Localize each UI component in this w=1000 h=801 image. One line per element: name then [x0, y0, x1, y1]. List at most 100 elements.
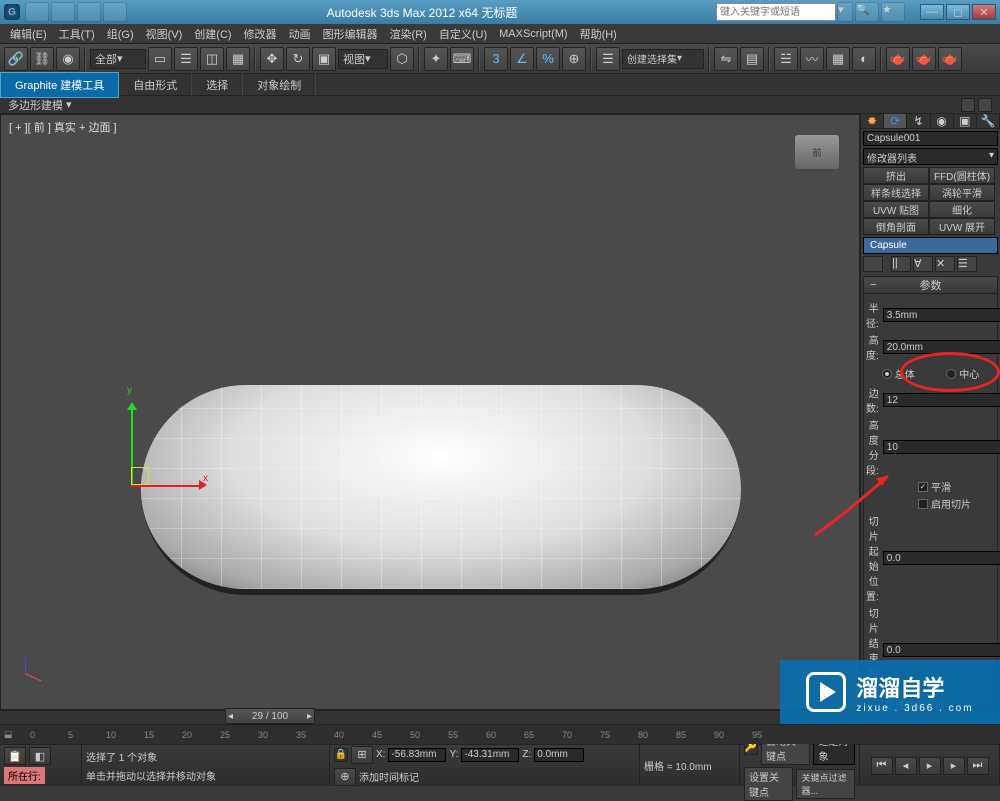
hierarchy-tab-icon[interactable]: ↯ — [907, 114, 930, 128]
menu-help[interactable]: 帮助(H) — [574, 24, 623, 44]
named-selset-dropdown[interactable]: 创建选择集 ▾ — [622, 49, 704, 69]
mod-button-tessellate[interactable]: 细化 — [929, 201, 995, 218]
qat-button[interactable] — [51, 2, 75, 22]
ribbon-tab-paint[interactable]: 对象绘制 — [243, 73, 316, 97]
ribbon-tab-selection[interactable]: 选择 — [192, 73, 243, 97]
track-badge[interactable]: 所在行: — [4, 767, 45, 784]
menu-edit[interactable]: 编辑(E) — [4, 24, 53, 44]
rollout-parameters[interactable]: − 参数 — [863, 276, 998, 294]
menu-customize[interactable]: 自定义(U) — [433, 24, 493, 44]
timeline-ruler[interactable]: ⬓ 0 5 10 15 20 25 30 35 40 45 50 55 60 6… — [0, 724, 1000, 744]
ribbon-panel-label[interactable]: 多边形建模 — [8, 97, 63, 113]
window-crossing-icon[interactable]: ▦ — [226, 47, 250, 71]
help-search-input[interactable] — [716, 3, 836, 21]
goto-start-icon[interactable]: ⏮ — [871, 757, 893, 775]
schematic-icon[interactable]: ▦ — [826, 47, 850, 71]
minimize-button[interactable]: — — [920, 4, 944, 20]
menu-rendering[interactable]: 渲染(R) — [384, 24, 433, 44]
next-frame-icon[interactable]: ▸ — [943, 757, 965, 775]
remove-mod-icon[interactable]: ✕ — [935, 256, 955, 272]
unlink-icon[interactable]: ⛓ — [30, 47, 54, 71]
help-dropdown-button[interactable]: ▾ — [837, 2, 853, 22]
qat-button[interactable] — [25, 2, 49, 22]
material-editor-icon[interactable]: ◐ — [852, 47, 876, 71]
snap-toggle-icon[interactable]: 3 — [484, 47, 508, 71]
lock-icon[interactable]: 🔒 — [334, 748, 348, 762]
motion-tab-icon[interactable]: ◉ — [931, 114, 954, 128]
mod-button-unwrap[interactable]: UVW 展开 — [929, 218, 995, 235]
viewcube[interactable]: 前 — [795, 135, 839, 169]
z-input[interactable] — [534, 748, 584, 762]
setkey-button[interactable]: 设置关键点 — [744, 767, 793, 801]
bind-icon[interactable]: ◉ — [56, 47, 80, 71]
menu-group[interactable]: 组(G) — [101, 24, 140, 44]
favorite-icon[interactable]: ★ — [881, 2, 905, 22]
close-button[interactable]: ✕ — [972, 4, 996, 20]
slicefrom-input[interactable] — [883, 551, 1000, 565]
time-slider[interactable]: ◂29 / 100▸ — [225, 708, 315, 724]
mod-button-bevelprofile[interactable]: 倒角剖面 — [863, 218, 929, 235]
menu-views[interactable]: 视图(V) — [140, 24, 189, 44]
edit-selset-icon[interactable]: ☰ — [596, 47, 620, 71]
sides-input[interactable] — [883, 393, 1000, 407]
stack-item-capsule[interactable]: Capsule — [864, 238, 997, 253]
show-end-icon[interactable]: || — [891, 256, 911, 272]
modifier-stack[interactable]: Capsule — [863, 237, 998, 254]
script-listener-icon[interactable]: 📋 — [4, 747, 26, 765]
select-name-icon[interactable]: ☰ — [174, 47, 198, 71]
addtime-label[interactable]: 添加时间标记 — [359, 769, 419, 784]
create-tab-icon[interactable]: ✸ — [861, 114, 884, 128]
utilities-tab-icon[interactable]: 🔧 — [977, 114, 1000, 128]
qat-button[interactable] — [77, 2, 101, 22]
scale-icon[interactable]: ▣ — [312, 47, 336, 71]
mod-button-extrude[interactable]: 挤出 — [863, 167, 929, 184]
maximize-button[interactable]: ◻ — [946, 4, 970, 20]
selection-filter-dropdown[interactable]: 全部 ▾ — [90, 49, 146, 69]
ribbon-expand-icon[interactable] — [978, 98, 992, 112]
menu-grapheditors[interactable]: 图形编辑器 — [317, 24, 384, 44]
center-radio[interactable] — [946, 369, 956, 379]
mod-button-uvwmap[interactable]: UVW 贴图 — [863, 201, 929, 218]
play-icon[interactable]: ▸ — [919, 757, 941, 775]
manipulate-icon[interactable]: ✦ — [424, 47, 448, 71]
pin-stack-icon[interactable] — [863, 256, 883, 272]
refcoord-dropdown[interactable]: 视图 ▾ — [338, 49, 388, 69]
height-input[interactable] — [883, 340, 1000, 354]
move-icon[interactable]: ✥ — [260, 47, 284, 71]
capsule-object[interactable] — [141, 385, 741, 595]
mod-button-turbosmooth[interactable]: 涡轮平滑 — [929, 184, 995, 201]
menu-create[interactable]: 创建(C) — [188, 24, 237, 44]
viewport-label[interactable]: [ + ][ 前 ] 真实 + 边面 ] — [9, 119, 117, 135]
object-name-input[interactable] — [863, 131, 998, 146]
configure-sets-icon[interactable]: ☰ — [957, 256, 977, 272]
rotate-icon[interactable]: ↻ — [286, 47, 310, 71]
curve-editor-icon[interactable]: 〰 — [800, 47, 824, 71]
render-setup-icon[interactable]: 🫖 — [886, 47, 910, 71]
link-icon[interactable]: 🔗 — [4, 47, 28, 71]
make-unique-icon[interactable]: ∀ — [913, 256, 933, 272]
keyboard-shortcut-icon[interactable]: ⌨ — [450, 47, 474, 71]
display-tab-icon[interactable]: ▣ — [954, 114, 977, 128]
menu-tools[interactable]: 工具(T) — [53, 24, 101, 44]
mirror-icon[interactable]: ⇋ — [714, 47, 738, 71]
sliceto-input[interactable] — [883, 643, 1000, 657]
x-input[interactable] — [388, 748, 446, 762]
transform-mode-icon[interactable]: ⊞ — [351, 746, 373, 764]
y-input[interactable] — [461, 748, 519, 762]
qat-button[interactable] — [103, 2, 127, 22]
select-region-icon[interactable]: ◫ — [200, 47, 224, 71]
menu-maxscript[interactable]: MAXScript(M) — [493, 26, 573, 42]
spinner-snap-icon[interactable]: ⊕ — [562, 47, 586, 71]
timetag-icon[interactable]: ⊕ — [334, 768, 356, 786]
modify-tab-icon[interactable]: ⟳ — [884, 114, 907, 128]
prev-frame-icon[interactable]: ◂ — [895, 757, 917, 775]
keyfilter-button[interactable]: 关键点过滤器... — [796, 769, 855, 799]
angle-snap-icon[interactable]: ∠ — [510, 47, 534, 71]
select-icon[interactable]: ▭ — [148, 47, 172, 71]
search-icon[interactable]: 🔍 — [855, 2, 879, 22]
modifier-list-dropdown[interactable]: 修改器列表▾ — [863, 148, 998, 165]
overall-radio[interactable] — [882, 369, 892, 379]
mod-button-spline[interactable]: 样条线选择 — [863, 184, 929, 201]
menu-modifiers[interactable]: 修改器 — [238, 24, 283, 44]
radius-input[interactable] — [883, 308, 1000, 322]
